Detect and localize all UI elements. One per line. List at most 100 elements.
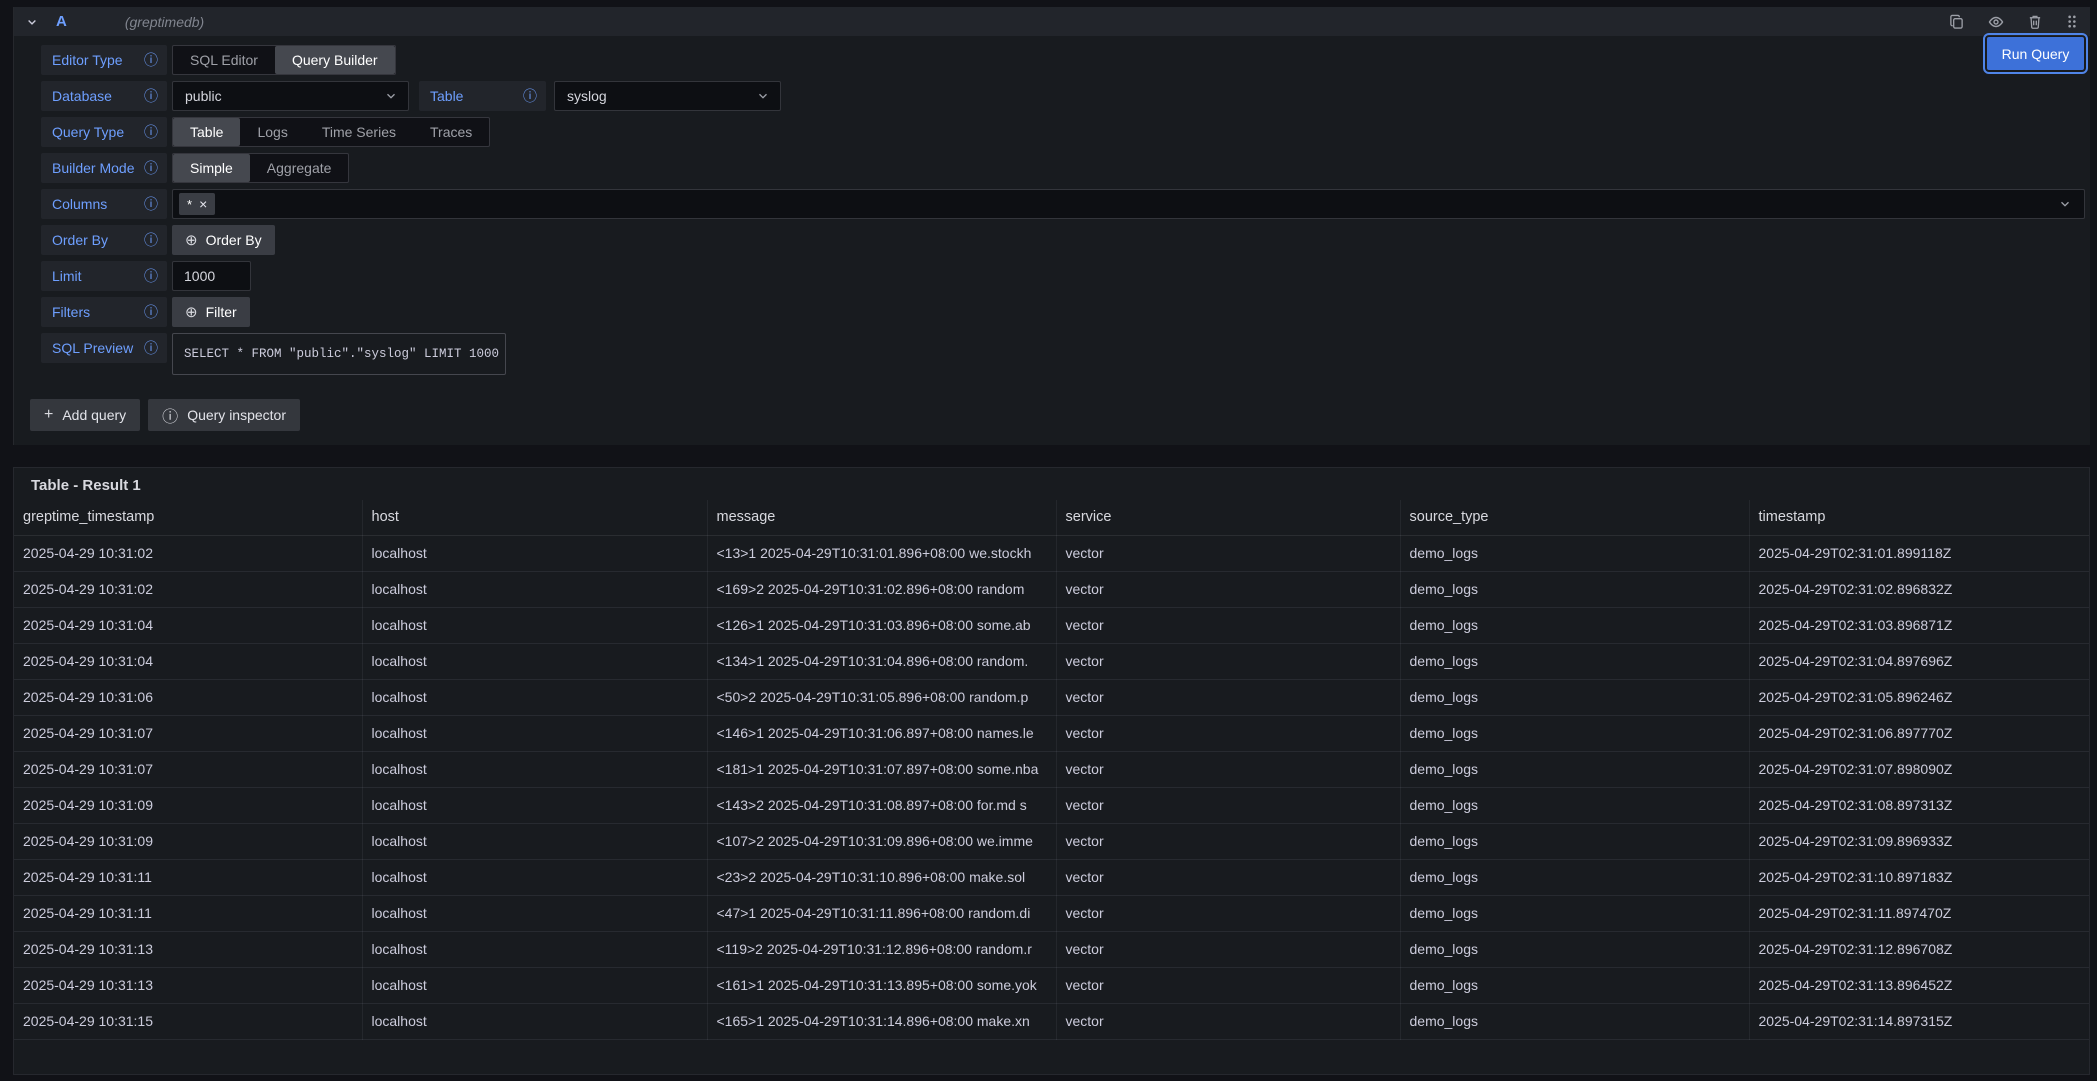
form-row-filters: Filters ⓘ ⊕ Filter [41, 297, 2085, 327]
table-row: 2025-04-29 10:31:15localhost<165>1 2025-… [14, 1003, 2089, 1039]
column-header-greptime-timestamp[interactable]: greptime_timestamp [14, 500, 362, 535]
add-query-button[interactable]: + Add query [30, 399, 140, 431]
info-icon[interactable]: ⓘ [523, 89, 537, 103]
table-cell: vector [1056, 859, 1400, 895]
query-type-option-traces[interactable]: Traces [413, 118, 489, 146]
form-row-query-type: Query Type ⓘ Table Logs Time Series Trac… [41, 117, 2085, 147]
table-cell: vector [1056, 571, 1400, 607]
info-icon[interactable]: ⓘ [144, 197, 158, 211]
query-ref-id: A [56, 13, 67, 30]
table-cell: demo_logs [1400, 967, 1749, 1003]
builder-mode-option-simple[interactable]: Simple [173, 154, 250, 182]
table-cell: 2025-04-29 10:31:09 [14, 823, 362, 859]
database-select[interactable]: public [172, 81, 409, 111]
table-cell: <143>2 2025-04-29T10:31:08.897+08:00 for… [707, 787, 1056, 823]
table-cell: <50>2 2025-04-29T10:31:05.896+08:00 rand… [707, 679, 1056, 715]
table-cell: demo_logs [1400, 751, 1749, 787]
duplicate-query-icon[interactable] [1949, 14, 1964, 29]
info-icon[interactable]: ⓘ [144, 269, 158, 283]
limit-input[interactable] [172, 261, 251, 291]
info-icon[interactable]: ⓘ [144, 161, 158, 175]
table-cell: localhost [362, 643, 707, 679]
table-cell: <134>1 2025-04-29T10:31:04.896+08:00 ran… [707, 643, 1056, 679]
table-cell: vector [1056, 1003, 1400, 1039]
info-icon[interactable]: ⓘ [144, 341, 158, 355]
table-cell: 2025-04-29 10:31:11 [14, 895, 362, 931]
column-header-message[interactable]: message [707, 500, 1056, 535]
info-icon[interactable]: ⓘ [144, 305, 158, 319]
table-row: 2025-04-29 10:31:02localhost<169>2 2025-… [14, 571, 2089, 607]
table-row: 2025-04-29 10:31:09localhost<143>2 2025-… [14, 787, 2089, 823]
builder-mode-group: Simple Aggregate [172, 153, 349, 183]
query-row-header[interactable]: A (greptimedb) [14, 7, 2090, 36]
table-cell: localhost [362, 895, 707, 931]
table-cell: 2025-04-29T02:31:11.897470Z [1749, 895, 2089, 931]
remove-tag-icon[interactable]: × [199, 197, 207, 211]
table-cell: 2025-04-29T02:31:06.897770Z [1749, 715, 2089, 751]
table-cell: demo_logs [1400, 895, 1749, 931]
info-icon[interactable]: ⓘ [144, 233, 158, 247]
table-cell: 2025-04-29 10:31:04 [14, 607, 362, 643]
query-type-option-table[interactable]: Table [173, 118, 240, 146]
chevron-down-icon [756, 89, 770, 103]
table-row: 2025-04-29 10:31:11localhost<47>1 2025-0… [14, 895, 2089, 931]
table-cell: 2025-04-29 10:31:09 [14, 787, 362, 823]
table-cell: demo_logs [1400, 715, 1749, 751]
field-label-columns: Columns ⓘ [41, 189, 167, 219]
hide-response-eye-icon[interactable] [1988, 14, 2004, 30]
table-select[interactable]: syslog [554, 81, 781, 111]
table-cell: 2025-04-29 10:31:11 [14, 859, 362, 895]
sql-preview-text: SELECT * FROM "public"."syslog" LIMIT 10… [184, 347, 499, 361]
table-cell: localhost [362, 967, 707, 1003]
panel-title: Table - Result 1 [14, 468, 2089, 500]
field-label-table: Table ⓘ [419, 81, 546, 111]
table-row: 2025-04-29 10:31:11localhost<23>2 2025-0… [14, 859, 2089, 895]
query-inspector-button[interactable]: ⓘ Query inspector [148, 399, 300, 431]
table-cell: vector [1056, 823, 1400, 859]
column-header-source-type[interactable]: source_type [1400, 500, 1749, 535]
editor-type-option-query-builder[interactable]: Query Builder [275, 46, 395, 74]
query-type-option-time-series[interactable]: Time Series [305, 118, 413, 146]
table-cell: demo_logs [1400, 931, 1749, 967]
query-type-option-logs[interactable]: Logs [240, 118, 304, 146]
form-row-columns: Columns ⓘ * × [41, 189, 2085, 219]
info-icon[interactable]: ⓘ [144, 89, 158, 103]
add-filter-button[interactable]: ⊕ Filter [172, 297, 250, 327]
table-cell: <181>1 2025-04-29T10:31:07.897+08:00 som… [707, 751, 1056, 787]
remove-query-trash-icon[interactable] [2028, 14, 2042, 29]
table-cell: localhost [362, 1003, 707, 1039]
table-row: 2025-04-29 10:31:07localhost<146>1 2025-… [14, 715, 2089, 751]
collapse-chevron-icon[interactable] [26, 16, 38, 28]
table-cell: localhost [362, 859, 707, 895]
table-cell: vector [1056, 931, 1400, 967]
column-header-service[interactable]: service [1056, 500, 1400, 535]
info-icon[interactable]: ⓘ [144, 53, 158, 67]
info-icon[interactable]: ⓘ [144, 125, 158, 139]
columns-multiselect[interactable]: * × [172, 189, 2085, 219]
table-cell: localhost [362, 787, 707, 823]
drag-handle-icon[interactable] [2066, 14, 2078, 29]
table-row: 2025-04-29 10:31:13localhost<161>1 2025-… [14, 967, 2089, 1003]
run-query-button[interactable]: Run Query [1987, 37, 2084, 70]
field-label-editor-type: Editor Type ⓘ [41, 45, 167, 75]
table-cell: localhost [362, 571, 707, 607]
editor-type-option-sql-editor[interactable]: SQL Editor [173, 46, 275, 74]
column-header-host[interactable]: host [362, 500, 707, 535]
table-row: 2025-04-29 10:31:09localhost<107>2 2025-… [14, 823, 2089, 859]
grafana-query-editor-page: A (greptimedb) Editor Type ⓘ [0, 0, 2097, 1081]
datasource-name: (greptimedb) [125, 14, 204, 30]
field-label-filters: Filters ⓘ [41, 297, 167, 327]
table-cell: <146>1 2025-04-29T10:31:06.897+08:00 nam… [707, 715, 1056, 751]
table-cell: <161>1 2025-04-29T10:31:13.895+08:00 som… [707, 967, 1056, 1003]
form-row-sql-preview: SQL Preview ⓘ SELECT * FROM "public"."sy… [41, 333, 2085, 375]
table-cell: <13>1 2025-04-29T10:31:01.896+08:00 we.s… [707, 535, 1056, 571]
table-cell: 2025-04-29 10:31:06 [14, 679, 362, 715]
field-label-order-by: Order By ⓘ [41, 225, 167, 255]
column-header-timestamp[interactable]: timestamp [1749, 500, 2089, 535]
builder-mode-option-aggregate[interactable]: Aggregate [250, 154, 349, 182]
table-row: 2025-04-29 10:31:13localhost<119>2 2025-… [14, 931, 2089, 967]
table-cell: localhost [362, 823, 707, 859]
table-cell: 2025-04-29 10:31:07 [14, 715, 362, 751]
query-type-group: Table Logs Time Series Traces [172, 117, 490, 147]
add-order-by-button[interactable]: ⊕ Order By [172, 225, 275, 255]
